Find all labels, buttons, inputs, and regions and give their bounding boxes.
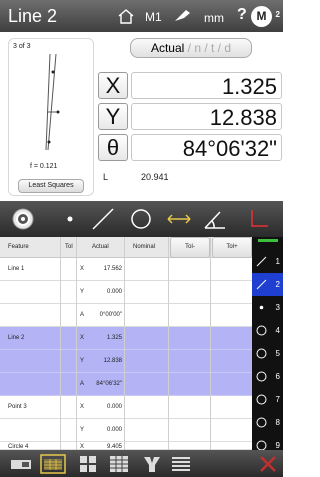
m2-button[interactable]: M2 [251, 6, 280, 27]
grid-icon[interactable] [77, 450, 99, 477]
probe-icon[interactable] [174, 9, 192, 23]
theta-value: 84°06'32" [131, 134, 282, 161]
axis-theta-label: θ [98, 134, 128, 161]
col-feature-header: Feature [8, 244, 29, 250]
feature-list-item-9[interactable]: 9 [252, 434, 283, 450]
axis-y-label: Y [98, 103, 128, 130]
feature-cell: Point 3 [8, 404, 27, 410]
least-squares-button[interactable]: Least Squares [18, 179, 84, 193]
feature-list-item-4[interactable]: 4 [252, 319, 283, 342]
actual-cell: 1.325 [106, 335, 122, 341]
line-icon [256, 256, 267, 267]
table-row[interactable] [0, 258, 252, 281]
line-icon [256, 279, 267, 290]
actual-cell: 17.562 [103, 266, 122, 272]
actual-cell: 12.838 [103, 358, 122, 364]
circle-icon [256, 325, 267, 336]
feature-list-item-1[interactable]: 1 [252, 250, 283, 273]
feature-list-item-6[interactable]: 6 [252, 365, 283, 388]
circle-icon [256, 348, 267, 359]
feature-cell: Line 1 [8, 266, 25, 272]
axis-cell: A [80, 381, 85, 387]
axis-cell: Y [80, 358, 85, 364]
feature-list-item-7[interactable]: 7 [252, 388, 283, 411]
distance-icon[interactable] [164, 201, 194, 237]
units-label[interactable]: mm [204, 11, 224, 25]
table-row[interactable] [0, 281, 252, 304]
m2-label: M [256, 9, 267, 23]
feature-number: 6 [275, 372, 280, 381]
actual-tab-rest: / n / t / d [184, 41, 232, 55]
feature-list-item-3[interactable]: 3 [252, 296, 283, 319]
axis-cell: X [80, 266, 85, 272]
feature-list-item-5[interactable]: 5 [252, 342, 283, 365]
spreadsheet-icon[interactable] [107, 450, 131, 477]
col-actual-header: Actual [92, 244, 109, 250]
feature-number: 7 [275, 395, 280, 404]
actual-tab-active: Actual [150, 41, 185, 55]
axis-cell: X [80, 404, 85, 410]
line-preview-graphic [45, 53, 60, 151]
circle-icon[interactable] [126, 201, 156, 237]
axis-cell: Y [80, 289, 85, 295]
actual-tab-selector[interactable]: Actual / n / t / d [130, 38, 252, 58]
table-row[interactable] [0, 419, 252, 442]
feature-list-item-8[interactable]: 8 [252, 411, 283, 434]
actual-cell: 0°00'00" [99, 312, 122, 318]
list-icon[interactable] [169, 450, 193, 477]
axis-x-label: X [98, 72, 128, 99]
length-value: 20.941 [141, 172, 169, 182]
feature-number: 9 [275, 441, 280, 450]
feature-number: 4 [275, 326, 280, 335]
circle-icon [256, 440, 267, 450]
circle-icon [256, 371, 267, 382]
point-icon[interactable] [58, 201, 82, 237]
col-nominal-header: Nominal [133, 244, 156, 250]
point-icon [259, 305, 264, 310]
feature-number: 2 [275, 280, 280, 289]
home-icon[interactable] [117, 8, 135, 24]
table-view-icon[interactable] [38, 450, 68, 477]
feature-number: 1 [275, 257, 280, 266]
f-value: f = 0.121 [30, 163, 58, 170]
tolerance-icon[interactable] [140, 450, 164, 477]
y-value: 12.838 [131, 103, 282, 130]
datum-icon[interactable] [244, 201, 274, 237]
table-row-selected[interactable] [0, 350, 252, 373]
circle-icon [256, 417, 267, 428]
table-row-selected[interactable] [0, 373, 252, 396]
actual-cell: 0.000 [106, 289, 122, 295]
table-row[interactable] [0, 396, 252, 419]
table-row-selected[interactable] [0, 327, 252, 350]
axis-cell: X [80, 335, 85, 341]
col-tol-minus-header[interactable]: Tol- [170, 237, 210, 258]
preview-count: 3 of 3 [13, 43, 31, 50]
actual-cell: 0.000 [106, 404, 122, 410]
table-row[interactable] [0, 304, 252, 327]
col-tol-header: Tol [65, 244, 73, 250]
feature-number: 5 [275, 349, 280, 358]
mode-label[interactable]: M1 [145, 10, 162, 24]
target-icon[interactable] [6, 201, 40, 237]
m2-superscript: 2 [275, 10, 280, 19]
table-row[interactable] [0, 442, 252, 450]
axis-cell: A [80, 312, 85, 318]
feature-list-item-2[interactable]: 2 [252, 273, 283, 296]
feature-number: 8 [275, 418, 280, 427]
active-indicator [258, 239, 278, 242]
circle-icon [256, 394, 267, 405]
line-icon[interactable] [88, 201, 118, 237]
feature-number: 3 [275, 303, 280, 312]
view-mode-icon[interactable] [8, 450, 34, 477]
actual-cell: 84°06'32" [96, 381, 122, 387]
angle-icon[interactable] [200, 201, 230, 237]
length-label: L [103, 172, 109, 182]
feature-cell: Line 2 [8, 335, 25, 341]
help-button[interactable]: ? [237, 6, 247, 24]
page-title: Line 2 [8, 6, 58, 26]
col-tol-plus-header[interactable]: Tol+ [212, 237, 252, 258]
x-value: 1.325 [131, 72, 282, 99]
delete-icon[interactable] [256, 450, 280, 477]
